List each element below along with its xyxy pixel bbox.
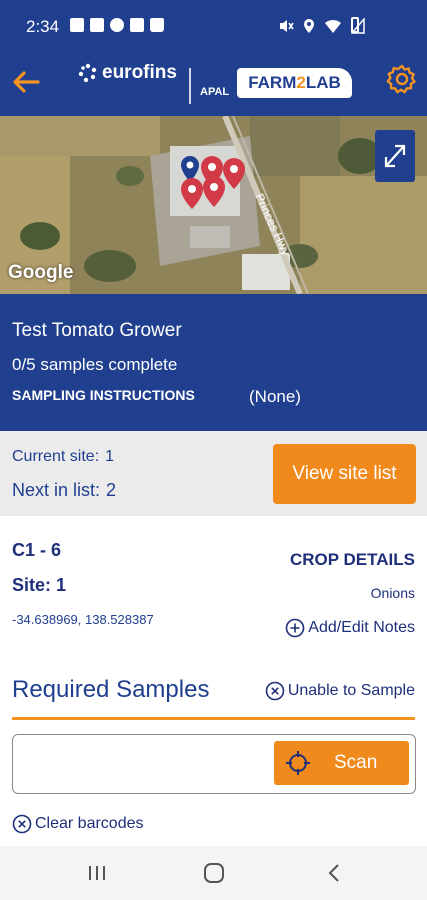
site-bar: Current site: 1 Next in list: 2 View site … <box>0 431 427 516</box>
next-in-list-value: 2 <box>106 480 117 500</box>
grower-panel: Test Tomato Grower 0/5 samples complete … <box>0 294 427 431</box>
site-map[interactable]: Princes Hwy Google <box>0 116 427 294</box>
farm2lab-lab: LAB <box>305 73 341 92</box>
site-details: C1 - 6 Site: 1 -34.638969, 138.528387 CR… <box>0 516 427 846</box>
close-circle-icon <box>265 681 285 701</box>
gear-icon[interactable] <box>386 63 418 95</box>
current-site-label: Current site: <box>12 448 100 465</box>
status-bar: 2:34 <box>0 0 427 52</box>
back-nav-icon[interactable] <box>322 860 348 886</box>
barcode-input[interactable] <box>23 747 263 781</box>
unable-to-sample-button[interactable]: Unable to Sample <box>265 681 415 701</box>
logo-divider <box>189 68 191 104</box>
shopping-bag-icon <box>150 18 164 32</box>
eurofins-mark-icon <box>78 63 97 83</box>
mute-icon <box>280 20 294 32</box>
apal-logo: APAL <box>200 86 230 98</box>
crop-value: Onions <box>370 585 415 601</box>
farm2lab-logo: FARM2LAB <box>237 68 352 98</box>
next-in-list-label: Next in list: <box>12 480 101 500</box>
section-divider <box>12 717 415 720</box>
barcode-field: Scan <box>12 734 416 794</box>
google-logo: Google <box>8 262 74 283</box>
system-nav-bar <box>0 846 427 900</box>
add-edit-notes-button[interactable]: Add/Edit Notes <box>285 618 415 638</box>
farm2lab-two: 2 <box>296 73 306 92</box>
location-icon <box>304 19 314 33</box>
eurofins-wordmark: eurofins <box>102 62 177 83</box>
notification-icons <box>70 18 164 32</box>
unable-to-sample-label: Unable to Sample <box>287 682 415 699</box>
expand-icon <box>384 144 406 168</box>
samples-status: 0/5 samples complete <box>12 355 178 374</box>
add-edit-notes-label: Add/Edit Notes <box>308 619 415 636</box>
farm2lab-farm: FARM <box>248 73 297 92</box>
image-icon <box>130 18 144 32</box>
timer-icon <box>110 18 124 32</box>
status-time: 2:34 <box>26 17 60 36</box>
crop-code: C1 - 6 <box>12 540 62 560</box>
view-site-list-button[interactable]: View site list <box>273 444 416 504</box>
sampling-instructions-label: SAMPLING INSTRUCTIONS <box>12 387 195 403</box>
sampling-instructions-value: (None) <box>249 387 301 406</box>
scan-button[interactable]: Scan <box>274 741 409 785</box>
back-arrow-icon[interactable] <box>10 66 42 98</box>
grower-name: Test Tomato Grower <box>12 320 182 341</box>
mail-icon <box>90 18 104 32</box>
app-header: eurofins APAL FARM2LAB <box>0 52 427 116</box>
add-circle-icon <box>285 618 305 638</box>
home-icon[interactable] <box>201 860 227 886</box>
wifi-icon <box>325 19 341 33</box>
next-in-list: Next in list: 2 <box>12 480 116 501</box>
expand-map-button[interactable] <box>375 130 415 182</box>
clear-barcodes-button[interactable]: Clear barcodes <box>12 814 144 834</box>
required-samples-title: Required Samples <box>12 676 210 703</box>
crop-details-link[interactable]: CROP DETAILS <box>290 550 415 570</box>
recent-apps-icon[interactable] <box>84 860 110 886</box>
current-site: Current site: 1 <box>12 448 114 466</box>
clear-circle-icon <box>12 814 32 834</box>
site-coordinates: -34.638969, 138.528387 <box>12 612 154 627</box>
current-site-value: 1 <box>105 448 115 465</box>
eurofins-logo: eurofins <box>78 62 177 84</box>
clear-barcodes-label: Clear barcodes <box>35 815 144 832</box>
app-grid-icon <box>70 18 84 32</box>
site-number: Site: 1 <box>12 575 67 595</box>
scan-label: Scan <box>334 752 378 773</box>
battery-icon <box>351 17 359 33</box>
crosshair-icon <box>286 751 310 775</box>
